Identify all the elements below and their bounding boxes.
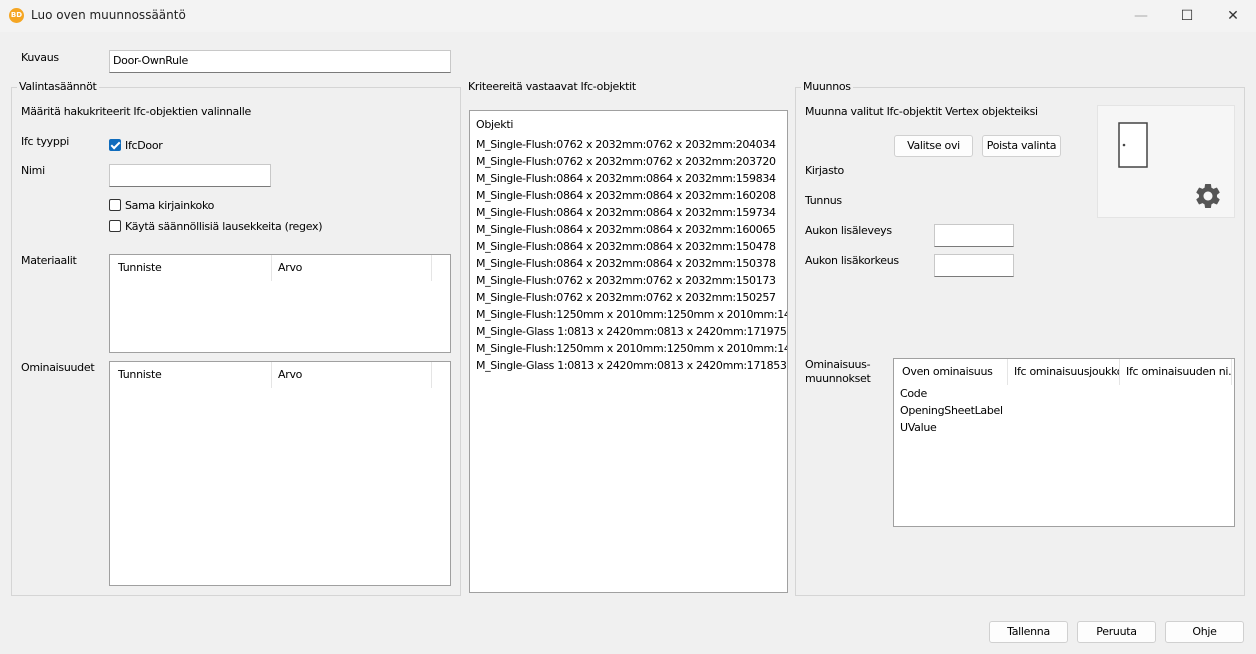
save-button[interactable]: Tallenna [989,621,1068,643]
kuvaus-label: Kuvaus [21,51,59,64]
ifc-type-checkbox[interactable] [109,139,121,151]
property-row[interactable]: Code [900,387,927,400]
kuvaus-value: Door-OwnRule [113,54,188,67]
properties-label: Ominaisuudet [21,361,95,374]
col-ifc-property-name[interactable]: Ifc ominaisuuden ni... [1120,359,1232,385]
matching-objects-list[interactable]: Objekti M_Single-Flush:0762 x 2032mm:076… [469,110,788,593]
properties-col-arvo[interactable]: Arvo [272,362,432,388]
properties-col-tunniste[interactable]: Tunniste [112,362,272,388]
object-row[interactable]: M_Single-Flush:0864 x 2032mm:0864 x 2032… [476,206,776,219]
materials-col-arvo[interactable]: Arvo [272,255,432,281]
app-icon: BD [9,8,24,23]
id-label: Tunnus [805,194,842,207]
object-row[interactable]: M_Single-Flush:1250mm x 2010mm:1250mm x … [476,342,787,355]
door-preview [1097,105,1235,218]
conversion-title: Muunnos [801,80,853,93]
title-bar: BD Luo oven muunnossääntö — ☐ ✕ [0,0,1256,32]
same-case-label: Sama kirjainkoko [125,199,215,212]
close-button[interactable]: ✕ [1210,0,1256,32]
minimize-button[interactable]: — [1118,0,1164,32]
object-row[interactable]: M_Single-Flush:0762 x 2032mm:0762 x 2032… [476,138,776,151]
object-row[interactable]: M_Single-Flush:0762 x 2032mm:0762 x 2032… [476,291,776,304]
object-row[interactable]: M_Single-Glass 1:0813 x 2420mm:0813 x 24… [476,325,787,338]
help-button[interactable]: Ohje [1165,621,1244,643]
property-conversions-list[interactable]: Oven ominaisuus Ifc ominaisuusjoukko Ifc… [893,358,1235,527]
matching-objects-header: Objekti [470,111,787,137]
object-row[interactable]: M_Single-Flush:0864 x 2032mm:0864 x 2032… [476,223,776,236]
object-row[interactable]: M_Single-Flush:0762 x 2032mm:0762 x 2032… [476,155,776,168]
object-row[interactable]: M_Single-Flush:0762 x 2032mm:0762 x 2032… [476,274,776,287]
properties-list[interactable]: Tunniste Arvo [109,361,451,586]
window-title: Luo oven muunnossääntö [31,8,186,22]
kuvaus-input[interactable]: Door-OwnRule [109,50,451,73]
extra-height-label: Aukon lisäkorkeus [805,254,899,267]
regex-checkbox[interactable] [109,220,121,232]
extra-width-input[interactable] [934,224,1014,247]
gear-icon [1193,181,1223,214]
properties-list-header: Tunniste Arvo [110,362,450,388]
clear-selection-button[interactable]: Poista valinta [982,135,1061,157]
object-row[interactable]: M_Single-Flush:0864 x 2032mm:0864 x 2032… [476,172,776,185]
same-case-checkbox[interactable] [109,199,121,211]
object-row[interactable]: M_Single-Flush:1250mm x 2010mm:1250mm x … [476,308,787,321]
materials-label: Materiaalit [21,254,77,267]
conversion-description: Muunna valitut Ifc-objektit Vertex objek… [805,105,1038,118]
objekti-column-header[interactable]: Objekti [470,111,786,137]
regex-label: Käytä säännöllisiä lausekkeita (regex) [125,220,323,233]
col-door-property[interactable]: Oven ominaisuus [896,359,1008,385]
object-row[interactable]: M_Single-Flush:0864 x 2032mm:0864 x 2032… [476,240,776,253]
door-icon [1118,122,1148,171]
ifc-type-label: Ifc tyyppi [21,135,70,148]
property-row[interactable]: UValue [900,421,937,434]
property-conversions-label-2: muunnokset [805,372,871,385]
materials-list[interactable]: Tunniste Arvo [109,254,451,353]
property-conversions-header: Oven ominaisuus Ifc ominaisuusjoukko Ifc… [894,359,1234,385]
maximize-button[interactable]: ☐ [1164,0,1210,32]
property-row[interactable]: OpeningSheetLabel [900,404,1003,417]
name-input[interactable] [109,164,271,187]
selection-rules-title: Valintasäännöt [17,80,99,93]
object-row[interactable]: M_Single-Glass 1:0813 x 2420mm:0813 x 24… [476,359,787,372]
object-row[interactable]: M_Single-Flush:0864 x 2032mm:0864 x 2032… [476,189,776,202]
matching-objects-title: Kriteereitä vastaavat Ifc-objektit [466,80,638,93]
extra-height-input[interactable] [934,254,1014,277]
object-row[interactable]: M_Single-Flush:0864 x 2032mm:0864 x 2032… [476,257,776,270]
materials-col-tunniste[interactable]: Tunniste [112,255,272,281]
extra-width-label: Aukon lisäleveys [805,224,892,237]
materials-list-header: Tunniste Arvo [110,255,450,281]
cancel-button[interactable]: Peruuta [1077,621,1156,643]
property-conversions-label-1: Ominaisuus- [805,358,871,371]
select-door-button[interactable]: Valitse ovi [894,135,973,157]
ifc-type-value: IfcDoor [125,139,163,152]
selection-rules-description: Määritä hakukriteerit Ifc-objektien vali… [21,105,251,118]
library-label: Kirjasto [805,164,844,177]
col-ifc-property-set[interactable]: Ifc ominaisuusjoukko [1008,359,1120,385]
name-label: Nimi [21,164,45,177]
